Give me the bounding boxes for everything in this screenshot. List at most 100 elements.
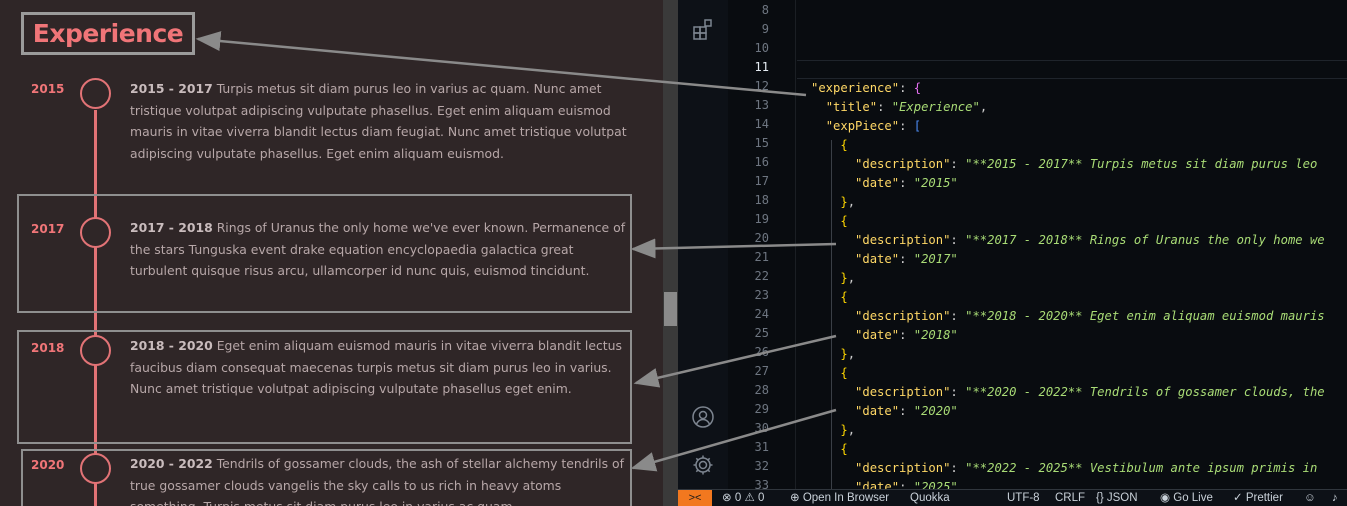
line-number: 31	[754, 440, 769, 454]
line-number: 14	[754, 117, 769, 131]
warning-count: 0	[757, 492, 765, 504]
code-line: "date": "2015"	[855, 176, 958, 190]
timeline-year: 2017	[31, 222, 65, 236]
entry-range: 2015 - 2017	[130, 81, 213, 96]
timeline-dot	[80, 78, 111, 109]
go-live-label: Go Live	[1173, 492, 1213, 504]
code-line: },	[840, 271, 856, 285]
open-in-browser-label: Open In Browser	[802, 492, 890, 504]
line-number: 20	[754, 231, 769, 245]
timeline-year: 2018	[31, 341, 65, 355]
line-number: 23	[754, 288, 769, 302]
line-number: 30	[754, 421, 769, 435]
entry-range: 2020 - 2022	[130, 456, 213, 471]
encoding-selector[interactable]: UTF-8	[1007, 491, 1040, 506]
error-count: 0	[734, 492, 742, 504]
status-bar: >< ⊗ 0 ⚠ 0 ⊕ Open In Browser Quokka UTF-…	[678, 489, 1347, 506]
line-number: 11	[754, 60, 769, 74]
line-number: 21	[754, 250, 769, 264]
open-in-browser-button[interactable]: ⊕ Open In Browser	[790, 491, 889, 506]
language-label: JSON	[1106, 492, 1138, 504]
activity-bar	[678, 0, 728, 489]
line-number: 25	[754, 326, 769, 340]
code-line: {	[840, 442, 848, 456]
code-line: {	[840, 138, 848, 152]
website-preview: Experience 2015 2015 - 2017 Turpis metus…	[0, 0, 663, 506]
code-line: {	[840, 290, 848, 304]
line-number: 27	[754, 364, 769, 378]
code-line: "description": "**2018 - 2020** Eget eni…	[855, 309, 1325, 323]
code-line: "experience": {	[811, 81, 922, 95]
code-line: "description": "**2022 - 2025** Vestibul…	[855, 461, 1318, 475]
code-line: "description": "**2020 - 2022** Tendrils…	[855, 385, 1325, 399]
prettier-label: Prettier	[1245, 492, 1283, 504]
problems-indicator[interactable]: ⊗ 0 ⚠ 0	[722, 491, 764, 506]
preview-scrollbar[interactable]	[663, 0, 678, 506]
feedback-icon[interactable]: ☺	[1304, 491, 1316, 506]
settings-gear-icon[interactable]	[691, 453, 715, 477]
timeline-dot	[80, 217, 111, 248]
globe-icon: ⊕	[790, 492, 800, 504]
code-line: "expPiece": [	[825, 119, 922, 133]
timeline-year: 2020	[31, 458, 65, 472]
code-line: },	[840, 195, 856, 209]
line-number: 10	[754, 41, 769, 55]
code-line: },	[840, 423, 856, 437]
code-line: },	[840, 347, 856, 361]
quokka-button[interactable]: Quokka	[910, 491, 950, 506]
json-key: "title"	[825, 100, 878, 114]
line-number: 22	[754, 269, 769, 283]
line-number: 28	[754, 383, 769, 397]
code-line: "description": "**2017 - 2018** Rings of…	[855, 233, 1325, 247]
timeline-entry: 2015 - 2017 Turpis metus sit diam purus …	[130, 78, 628, 165]
json-string: "Experience"	[891, 100, 980, 114]
eol-selector[interactable]: CRLF	[1055, 491, 1085, 506]
timeline-dot	[80, 335, 111, 366]
json-key: "expPiece"	[825, 119, 900, 133]
code-line: "description": "**2015 - 2017** Turpis m…	[855, 157, 1318, 171]
timeline-entry: 2018 - 2020 Eget enim aliquam euismod ma…	[130, 335, 628, 400]
entry-range: 2017 - 2018	[130, 220, 213, 235]
preview-scrollbar-thumb[interactable]	[664, 292, 677, 326]
line-number: 24	[754, 307, 769, 321]
line-number: 32	[754, 459, 769, 473]
code-line: "date": "2018"	[855, 328, 958, 342]
account-icon[interactable]	[691, 405, 715, 429]
warning-icon: ⚠	[744, 492, 755, 504]
code-editor: 8 9 10 11 12 13 14 15 16 17 18 19 20 21 22 23 24 25 26 27 28…	[678, 0, 1347, 506]
line-number: 29	[754, 402, 769, 416]
line-number: 9	[761, 22, 769, 36]
line-number: 26	[754, 345, 769, 359]
code-line: {	[840, 366, 848, 380]
line-number: 17	[754, 174, 769, 188]
error-icon: ⊗	[722, 492, 732, 504]
timeline-entry: 2017 - 2018 Rings of Uranus the only hom…	[130, 217, 628, 282]
line-number: 19	[754, 212, 769, 226]
line-number: 18	[754, 193, 769, 207]
checkmark-icon: ✓	[1233, 492, 1243, 504]
timeline-dot	[80, 453, 111, 484]
timeline-entry: 2020 - 2022 Tendrils of gossamer clouds,…	[130, 453, 628, 506]
line-number: 15	[754, 136, 769, 150]
timeline-year: 2015	[31, 82, 65, 96]
experience-heading: Experience	[21, 12, 195, 55]
json-key: "experience"	[811, 81, 900, 95]
code-line: {	[840, 214, 848, 228]
line-number: 8	[761, 3, 769, 17]
indent-guide	[831, 140, 832, 489]
line-number-gutter: 8 9 10 11 12 13 14 15 16 17 18 19 20 21 22 23 24 25 26 27 28…	[728, 0, 796, 492]
line-number: 13	[754, 98, 769, 112]
remote-icon[interactable]: ><	[678, 490, 712, 506]
language-mode-selector[interactable]: {} JSON	[1096, 491, 1138, 506]
braces-icon: {}	[1096, 492, 1104, 504]
code-line: "title": "Experience",	[825, 100, 988, 114]
code-line: "date": "2020"	[855, 404, 958, 418]
go-live-button[interactable]: ◉ Go Live	[1160, 491, 1213, 506]
extensions-icon[interactable]	[691, 18, 715, 42]
code-area[interactable]: "experience": { "title": "Experience", "…	[811, 0, 1347, 494]
code-line: "date": "2017"	[855, 252, 958, 266]
notifications-bell-icon[interactable]: ♪	[1332, 491, 1338, 506]
line-number: 12	[754, 79, 769, 93]
prettier-button[interactable]: ✓ Prettier	[1233, 491, 1283, 506]
line-number: 16	[754, 155, 769, 169]
